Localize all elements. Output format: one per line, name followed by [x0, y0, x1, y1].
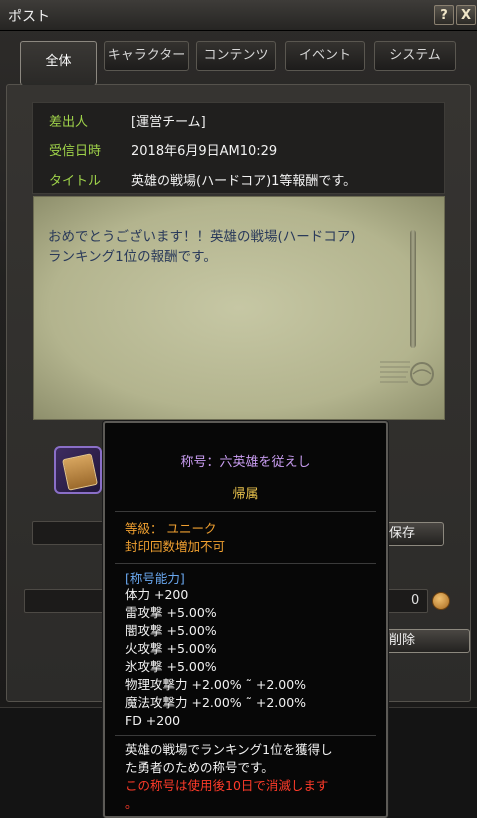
tab-event[interactable]: イベント: [285, 41, 365, 71]
mail-scrollbar[interactable]: [410, 230, 416, 348]
tab-character[interactable]: キャラクター: [104, 41, 189, 71]
tooltip-expiry-warning-line-1: この称号は使用後10日で消滅します: [125, 778, 329, 793]
tooltip-stat: 闇攻撃 +5.00%: [125, 623, 217, 638]
tooltip-divider: [115, 735, 376, 736]
tooltip-stat: 魔法攻撃力 +2.00% ˜ +2.00%: [125, 695, 307, 710]
tooltip-stat: 氷攻撃 +5.00%: [125, 659, 217, 674]
delete-button-label: 削除: [389, 633, 416, 648]
help-icon[interactable]: ?: [434, 5, 454, 25]
gold-count: 0: [411, 593, 420, 608]
tab-system[interactable]: システム: [374, 41, 456, 71]
mail-body-line-2: ランキング1位の報酬です。: [48, 249, 217, 265]
save-button[interactable]: 保存: [380, 522, 444, 546]
mail-body-text: おめでとうございます！！英雄の戦場(ハードコア) ランキング1位の報酬です。: [48, 227, 408, 267]
tooltip-stat: 物理攻撃力 +2.00% ˜ +2.00%: [125, 677, 307, 692]
tooltip-description-line-1: 英雄の戦場でランキング1位を獲得し: [125, 742, 333, 757]
mail-body-line-1: おめでとうございます！！英雄の戦場(ハードコア): [48, 229, 356, 245]
tab-content[interactable]: コンテンツ: [196, 41, 276, 71]
tooltip-item-name: 称号：六英雄を従えし: [180, 455, 311, 470]
tooltip-divider: [115, 563, 376, 564]
subject-label: タイトル: [49, 174, 102, 189]
tooltip-description-line-2: た勇者のための称号です。: [125, 760, 274, 775]
tooltip-expiry-warning-line-2: 。: [125, 796, 138, 811]
subject-row: タイトル 英雄の戦場(ハードコア)1等報酬です。: [33, 167, 444, 191]
tooltip-seal: 封印回数増加不可: [125, 539, 226, 554]
sender-label: 差出人: [49, 115, 89, 130]
save-button-label: 保存: [389, 526, 416, 541]
date-label: 受信日時: [49, 144, 102, 159]
date-row: 受信日時 2018年6月9日AM10:29: [33, 137, 444, 161]
sender-value: [運営チーム]: [131, 115, 206, 130]
delete-button[interactable]: 削除: [380, 629, 470, 653]
tooltip-stat: 体力 +200: [125, 587, 189, 602]
window-title: ポスト: [8, 9, 50, 25]
item-name-bar: [32, 521, 112, 545]
reward-item-slot[interactable]: [54, 446, 102, 494]
gold-coin-icon: [432, 592, 450, 610]
tooltip-divider: [115, 511, 376, 512]
tooltip-stat: 火攻撃 +5.00%: [125, 641, 217, 656]
sender-row: 差出人 [運営チーム]: [33, 108, 444, 132]
subject-value: 英雄の戦場(ハードコア)1等報酬です。: [131, 174, 357, 189]
close-icon[interactable]: X: [456, 5, 476, 25]
gold-amount-bar-left: [24, 589, 104, 613]
tooltip-grade: 等級： ユニーク: [125, 521, 217, 536]
tab-all[interactable]: 全体: [20, 41, 97, 85]
title-bar[interactable]: ポスト ? X: [0, 0, 477, 31]
tooltip-stat: FD +200: [125, 713, 181, 728]
postmark-stamp-icon: [380, 340, 436, 396]
tooltip-stat: 雷攻撃 +5.00%: [125, 605, 217, 620]
date-value: 2018年6月9日AM10:29: [131, 144, 278, 159]
mail-header-info: 差出人 [運営チーム] 受信日時 2018年6月9日AM10:29 タイトル 英…: [32, 102, 445, 194]
tooltip-binding: 帰属: [232, 487, 259, 502]
title-item-tooltip: 称号：六英雄を従えし 帰属 等級： ユニーク 封印回数増加不可 [称号能力] 体…: [103, 421, 388, 818]
title-scroll-item-icon: [62, 453, 98, 491]
